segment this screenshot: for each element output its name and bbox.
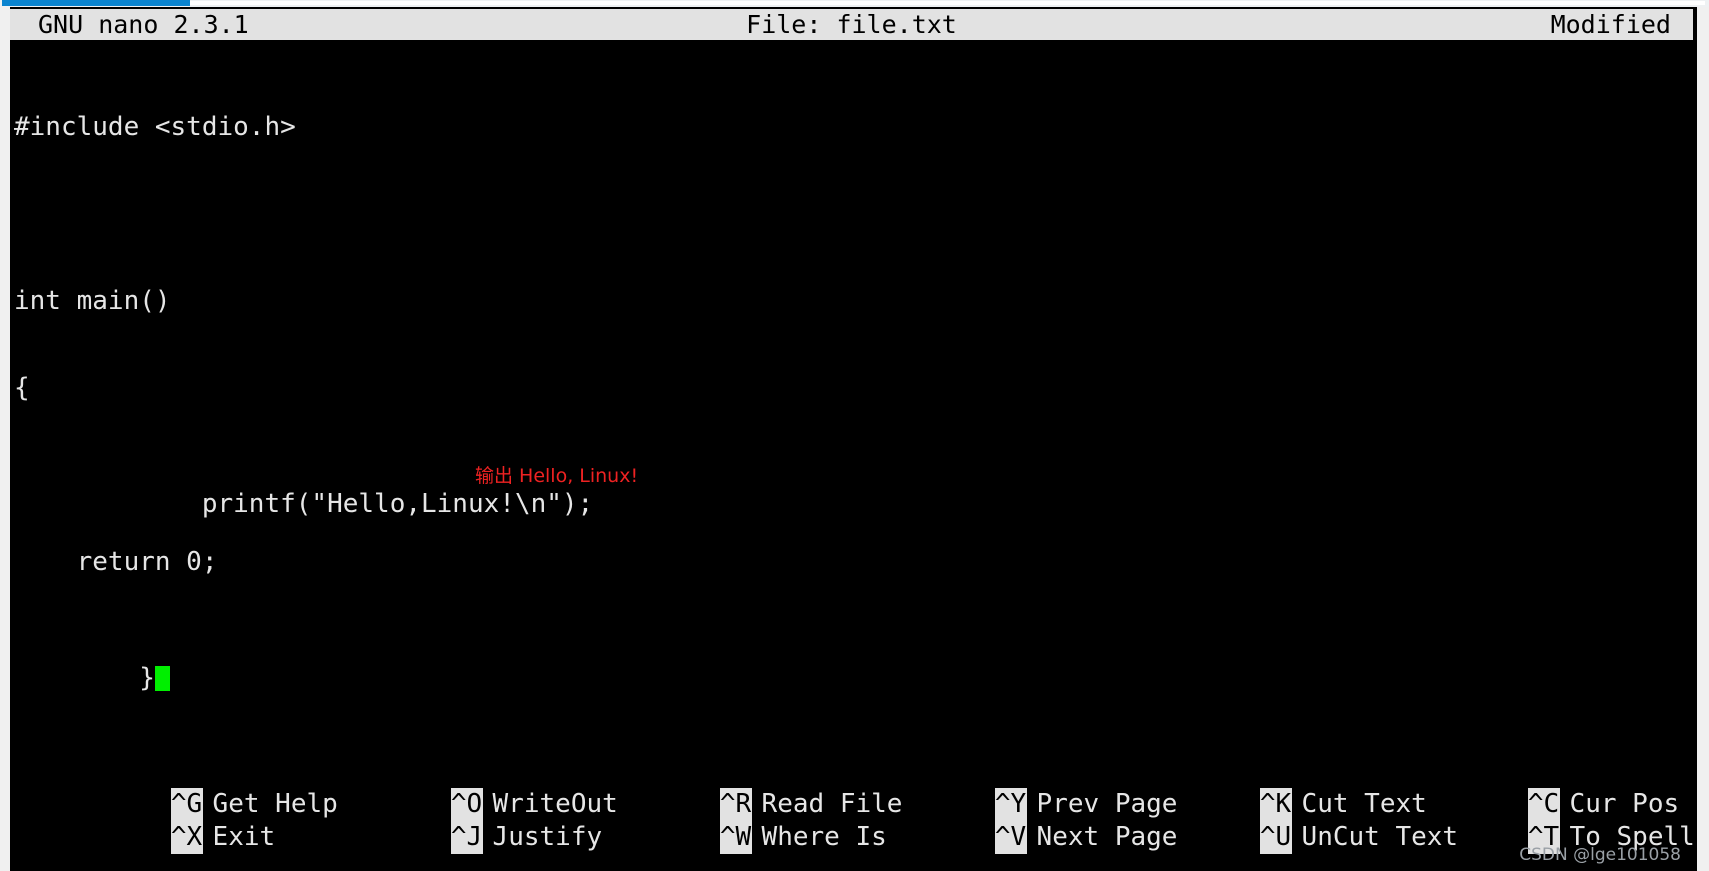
shortcut-row-1: ^G Get Help ^O WriteOut ^R Read File ^Y Prev… bbox=[10, 755, 1697, 821]
watermark-label: CSDN @lge101058 bbox=[1519, 845, 1681, 865]
shortcut-row-2: ^X Exit ^J Justify ^W Where Is ^V Next Page … bbox=[10, 788, 1697, 854]
shortcut-key-badge: ^J bbox=[450, 821, 483, 854]
code-line-text: } bbox=[139, 663, 155, 693]
progress-fill bbox=[2, 0, 190, 6]
shortcut-justify[interactable]: ^J Justify bbox=[294, 788, 602, 871]
code-line[interactable] bbox=[10, 200, 1697, 229]
shortcut-key-badge: ^U bbox=[1259, 821, 1292, 854]
nano-title-bar: GNU nano 2.3.1 File: file.txt Modified bbox=[10, 9, 1693, 40]
red-annotation-note: 输出 Hello, Linux! bbox=[475, 465, 639, 487]
shortcut-key-badge: ^X bbox=[170, 821, 203, 854]
terminal-screen[interactable]: GNU nano 2.3.1 File: file.txt Modified #… bbox=[10, 7, 1697, 871]
terminal-window: GNU nano 2.3.1 File: file.txt Modified #… bbox=[0, 0, 1709, 871]
file-name-label: File: file.txt bbox=[746, 10, 957, 39]
code-line-text: printf("Hello,Linux!\n"); bbox=[139, 489, 594, 519]
text-editor-area[interactable]: #include <stdio.h> int main() { printf("… bbox=[10, 55, 1697, 745]
shortcut-key-badge: ^V bbox=[994, 821, 1027, 854]
shortcut-key-badge: ^W bbox=[719, 821, 752, 854]
shortcut-exit[interactable]: ^X Exit bbox=[14, 788, 275, 871]
text-cursor bbox=[154, 666, 170, 691]
code-line[interactable]: #include <stdio.h> bbox=[10, 113, 1697, 142]
shortcut-help-bar: ^G Get Help ^O WriteOut ^R Read File ^Y Prev… bbox=[10, 755, 1697, 854]
code-line-with-cursor[interactable]: } bbox=[10, 635, 1697, 693]
code-line-with-annotation[interactable]: printf("Hello,Linux!\n"); 输出 Hello, Linu… bbox=[10, 461, 1697, 519]
code-line[interactable]: return 0; bbox=[10, 548, 1697, 577]
code-line[interactable]: { bbox=[10, 374, 1697, 403]
shortcut-label: Exit bbox=[212, 822, 276, 852]
code-line[interactable]: int main() bbox=[10, 287, 1697, 316]
loading-progress-bar bbox=[0, 0, 1709, 7]
progress-track bbox=[190, 1, 1705, 5]
modified-status-label: Modified bbox=[1550, 10, 1671, 39]
